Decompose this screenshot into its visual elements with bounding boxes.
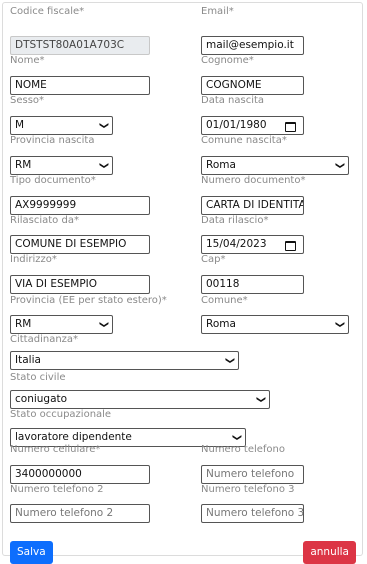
comune-nascita-select[interactable]: Roma ❯ bbox=[201, 156, 349, 175]
numero-documento-label: Numero documento* bbox=[201, 175, 306, 186]
data-nascita-value: 01/01/1980 bbox=[206, 119, 267, 131]
cap-field[interactable]: 00118 bbox=[201, 275, 304, 294]
nome-field[interactable]: NOME bbox=[10, 76, 150, 95]
chevron-down-icon: ❯ bbox=[224, 356, 235, 365]
comune-value: Roma bbox=[206, 318, 236, 330]
codice-fiscale-field: DTSTST80A01A703C bbox=[10, 36, 150, 55]
sesso-value: M bbox=[15, 119, 25, 131]
form-container: Codice fiscale* Email* DTSTST80A01A703C … bbox=[2, 2, 363, 564]
chevron-down-icon: ❯ bbox=[334, 161, 345, 170]
cittadinanza-label: Cittadinanza* bbox=[10, 334, 79, 345]
rilasciato-da-field[interactable]: COMUNE DI ESEMPIO bbox=[10, 235, 150, 254]
chevron-down-icon: ❯ bbox=[98, 161, 109, 170]
provincia-select[interactable]: RM ❯ bbox=[10, 315, 113, 334]
stato-civile-label: Stato civile bbox=[10, 372, 66, 383]
numero-telefono-3-label: Numero telefono 3 bbox=[201, 484, 295, 495]
tipo-documento-label: Tipo documento* bbox=[10, 175, 96, 186]
chevron-down-icon: ❯ bbox=[255, 395, 266, 404]
data-nascita-field[interactable]: 01/01/1980 bbox=[201, 116, 304, 135]
calendar-icon[interactable] bbox=[285, 122, 296, 132]
chevron-down-icon: ❯ bbox=[98, 320, 109, 329]
cap-label: Cap* bbox=[201, 254, 226, 265]
comune-select[interactable]: Roma ❯ bbox=[201, 315, 349, 334]
nome-label: Nome* bbox=[10, 55, 45, 66]
numero-documento-field[interactable]: CARTA DI IDENTITA bbox=[201, 196, 304, 215]
salva-button[interactable]: Salva bbox=[10, 541, 53, 564]
data-nascita-label: Data nascita bbox=[201, 95, 265, 106]
cognome-label: Cognome* bbox=[201, 55, 254, 66]
numero-cellulare-field[interactable]: 3400000000 bbox=[10, 465, 150, 484]
provincia-label: Provincia (EE per stato estero)* bbox=[10, 295, 167, 306]
stato-occupazionale-label: Stato occupazionale bbox=[10, 409, 112, 420]
numero-telefono-2-label: Numero telefono 2 bbox=[10, 484, 104, 495]
numero-telefono-field[interactable]: Numero telefono bbox=[201, 465, 304, 484]
rilasciato-da-label: Rilasciato da* bbox=[10, 215, 79, 226]
stato-civile-value: coniugato bbox=[15, 393, 68, 405]
indirizzo-label: Indirizzo* bbox=[10, 254, 57, 265]
email-label: Email* bbox=[201, 6, 234, 17]
sesso-select[interactable]: M ❯ bbox=[10, 116, 113, 135]
provincia-nascita-value: RM bbox=[15, 159, 32, 171]
provincia-nascita-label: Provincia nascita bbox=[10, 135, 95, 146]
comune-nascita-value: Roma bbox=[206, 159, 236, 171]
email-field[interactable]: mail@esempio.it bbox=[201, 36, 304, 55]
data-rilascio-label: Data rilascio* bbox=[201, 215, 269, 226]
provincia-value: RM bbox=[15, 318, 32, 330]
cittadinanza-select[interactable]: Italia ❯ bbox=[10, 351, 239, 370]
data-rilascio-field[interactable]: 15/04/2023 bbox=[201, 235, 304, 254]
annulla-button[interactable]: annulla bbox=[303, 541, 356, 564]
provincia-nascita-select[interactable]: RM ❯ bbox=[10, 156, 113, 175]
chevron-down-icon: ❯ bbox=[231, 433, 242, 442]
numero-telefono-label: Numero telefono bbox=[201, 444, 285, 455]
chevron-down-icon: ❯ bbox=[98, 121, 109, 130]
sesso-label: Sesso* bbox=[10, 95, 45, 106]
codice-fiscale-label: Codice fiscale* bbox=[10, 6, 85, 17]
numero-cellulare-label: Numero cellulare* bbox=[10, 444, 101, 455]
comune-nascita-label: Comune nascita* bbox=[201, 135, 287, 146]
numero-telefono-3-field[interactable]: Numero telefono 3 bbox=[201, 504, 304, 523]
calendar-icon[interactable] bbox=[285, 241, 296, 251]
cognome-field[interactable]: COGNOME bbox=[201, 76, 304, 95]
indirizzo-field[interactable]: VIA DI ESEMPIO bbox=[10, 275, 150, 294]
tipo-documento-field[interactable]: AX9999999 bbox=[10, 196, 150, 215]
data-rilascio-value: 15/04/2023 bbox=[206, 238, 267, 250]
stato-occupazionale-value: lavoratore dipendente bbox=[15, 431, 132, 443]
numero-telefono-2-field[interactable]: Numero telefono 2 bbox=[10, 504, 150, 523]
stato-civile-select[interactable]: coniugato ❯ bbox=[10, 390, 270, 409]
chevron-down-icon: ❯ bbox=[334, 320, 345, 329]
cittadinanza-value: Italia bbox=[15, 354, 41, 366]
comune-label: Comune* bbox=[201, 295, 248, 306]
